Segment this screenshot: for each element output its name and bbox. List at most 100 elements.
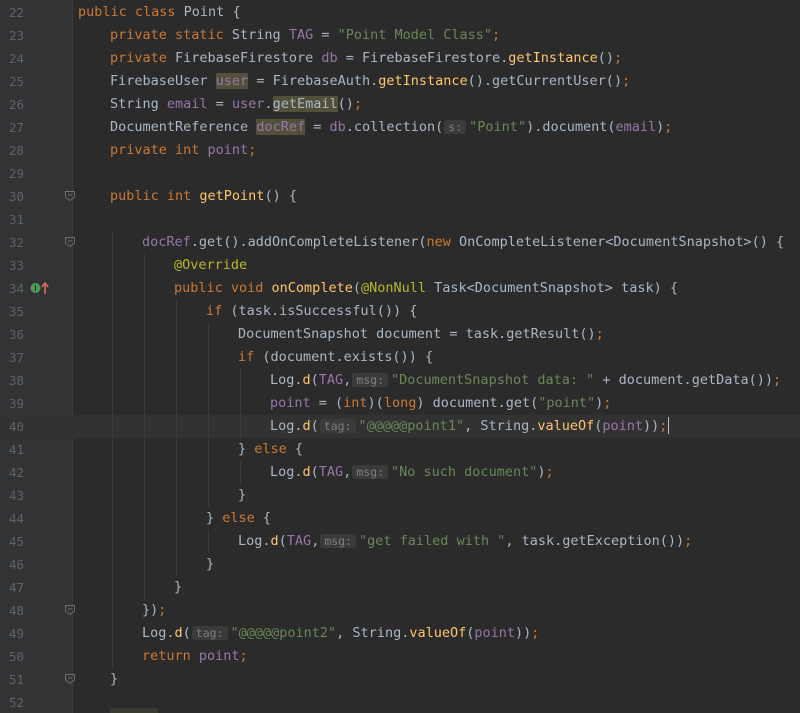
code-text[interactable]: point = (int)(long) document.get("point"…	[270, 392, 611, 415]
code-text[interactable]: String email = user.getEmail();	[110, 93, 362, 116]
code-line[interactable]: 39 point = (int)(long) document.get("poin…	[0, 391, 800, 415]
code-token: (	[310, 463, 319, 480]
code-text[interactable]: private static String TAG = "Point Model…	[110, 24, 500, 47]
code-line[interactable]: 30 public int getPoint() {	[0, 185, 800, 208]
code-line[interactable]: 48});	[0, 598, 800, 622]
indent-guide	[208, 368, 209, 392]
indent-guide	[144, 345, 145, 369]
code-line[interactable]: 47}	[0, 575, 800, 599]
code-line[interactable]: 28 private int point;	[0, 139, 800, 162]
indent-guide	[144, 506, 145, 530]
line-number: 23	[8, 27, 24, 43]
line-number: 37	[8, 349, 24, 365]
indent-guide	[176, 299, 177, 323]
code-line[interactable]: 50 return point;	[0, 644, 800, 668]
method-token: getInstance	[508, 49, 598, 66]
code-line[interactable]: 41} else {	[0, 437, 800, 461]
method-token: onComplete	[271, 279, 353, 296]
code-token: Log.	[270, 463, 303, 480]
string-token: "DocumentSnapshot data: "	[391, 371, 595, 388]
code-line[interactable]: 32 docRef.get().addOnCompleteListener(new…	[0, 230, 800, 254]
code-line[interactable]: 24 private FirebaseFirestore db = Firebas…	[0, 47, 800, 70]
code-line[interactable]: 29	[0, 162, 800, 185]
string-token: "Point Model Class"	[337, 26, 493, 43]
code-line-current[interactable]: 40 Log.d(tag: "@@@@@point1", String.valueO…	[0, 414, 800, 438]
code-text[interactable]: private FirebaseFirestore db = FirebaseF…	[110, 47, 622, 70]
code-line[interactable]: 25 FirebaseUser user = FirebaseAuth.getIn…	[0, 70, 800, 93]
code-token: }	[238, 486, 247, 503]
code-line[interactable]: 23 private static String TAG = "Point Mod…	[0, 24, 800, 47]
code-text[interactable]: @Override	[174, 254, 247, 277]
fold-icon[interactable]	[64, 604, 76, 616]
code-line[interactable]: 44} else {	[0, 506, 800, 530]
code-text[interactable]: public class Point {	[78, 1, 241, 24]
code-text[interactable]: if (document.exists()) {	[238, 346, 433, 369]
code-token: }	[238, 440, 255, 457]
code-line[interactable]: 31	[0, 208, 800, 231]
code-text[interactable]: Log.d(tag: "@@@@@point1", String.valueOf(…	[270, 415, 670, 438]
code-text[interactable]: Log.d(TAG, msg: "No such document");	[270, 461, 554, 484]
code-line[interactable]: 38 Log.d(TAG, msg: "DocumentSnapshot data: …	[0, 368, 800, 392]
keyword-token: ;	[773, 371, 782, 388]
code-text[interactable]: Log.d(TAG, msg: "get failed with ", task.g…	[238, 530, 692, 553]
code-line[interactable]: 46}	[0, 552, 800, 576]
string-token: "point"	[538, 394, 596, 411]
code-token: =	[313, 26, 338, 43]
code-line[interactable]: 45 Log.d(TAG, msg: "get failed with ", task…	[0, 529, 800, 553]
fold-icon[interactable]	[64, 190, 76, 202]
code-text[interactable]: DocumentReference docRef = db.collection…	[110, 116, 672, 139]
line-number: 52	[8, 694, 24, 710]
code-text[interactable]: } else {	[238, 438, 303, 461]
code-line[interactable]: 22 public class Point {	[0, 1, 800, 24]
indent-guide	[176, 483, 177, 507]
code-line[interactable]: 49 Log.d(tag: "@@@@@point2", String.valueO…	[0, 621, 800, 645]
code-text[interactable]: DocumentSnapshot document = task.getResu…	[238, 323, 604, 346]
code-line[interactable]: 26 String email = user.getEmail();	[0, 93, 800, 116]
code-text[interactable]: Log.d(TAG, msg: "DocumentSnapshot data: " …	[270, 369, 781, 392]
code-token: Log.	[270, 371, 303, 388]
code-token: getEmail	[272, 95, 338, 112]
fold-icon[interactable]	[64, 673, 76, 685]
indent-guide	[112, 506, 113, 530]
code-token: ,	[343, 463, 352, 480]
usage-highlight	[110, 708, 158, 713]
code-token: (	[278, 532, 287, 549]
code-line[interactable]: 37 if (document.exists()) {	[0, 345, 800, 369]
code-line[interactable]: 33 @Override	[0, 253, 800, 277]
code-line[interactable]: 42 Log.d(TAG, msg: "No such document");	[0, 460, 800, 484]
code-text[interactable]: }	[238, 484, 246, 507]
code-text[interactable]: return point;	[142, 645, 248, 668]
code-line[interactable]: 51}	[0, 668, 800, 691]
code-text[interactable]: });	[142, 599, 166, 622]
code-line[interactable]: 36 DocumentSnapshot document = task.getRe…	[0, 322, 800, 346]
code-text[interactable]: public void onComplete(@NonNull Task<Doc…	[174, 277, 678, 300]
code-text[interactable]: }	[110, 668, 118, 691]
code-editor[interactable]: 22 public class Point { 23 private static S…	[0, 0, 800, 713]
code-line[interactable]: 35 if (task.isSuccessful()) {	[0, 299, 800, 323]
code-text[interactable]: if (task.isSuccessful()) {	[206, 300, 417, 323]
code-text[interactable]: } else {	[206, 507, 271, 530]
code-token: () {	[264, 187, 297, 204]
fold-icon[interactable]	[64, 236, 76, 248]
code-text[interactable]: docRef.get().addOnCompleteListener(new O…	[142, 231, 784, 254]
annotation-token: @NonNull	[360, 279, 435, 296]
code-text[interactable]: private int point;	[110, 139, 256, 162]
code-text[interactable]: }	[206, 553, 214, 576]
keyword-token: int	[343, 394, 368, 411]
line-number: 43	[8, 487, 24, 503]
field-token: db	[321, 49, 338, 66]
method-token: d	[302, 463, 311, 480]
code-token: {	[262, 509, 272, 526]
indent-guide	[208, 460, 209, 484]
code-text[interactable]: FirebaseUser user = FirebaseAuth.getInst…	[110, 70, 630, 93]
code-line[interactable]: 34 Ipublic void onComplete(@NonNull Task<…	[0, 276, 800, 300]
override-marker-icon[interactable]: I	[30, 281, 50, 295]
code-text[interactable]: public int getPoint() {	[110, 185, 297, 208]
code-line[interactable]: 27 DocumentReference docRef = db.collecti…	[0, 116, 800, 139]
keyword-token: if	[206, 302, 231, 319]
indent-guide	[176, 460, 177, 484]
code-line[interactable]: 43}	[0, 483, 800, 507]
keyword-token: ;	[603, 394, 612, 411]
code-text[interactable]: }	[174, 576, 182, 599]
code-text[interactable]: Log.d(tag: "@@@@@point2", String.valueOf(…	[142, 622, 539, 645]
